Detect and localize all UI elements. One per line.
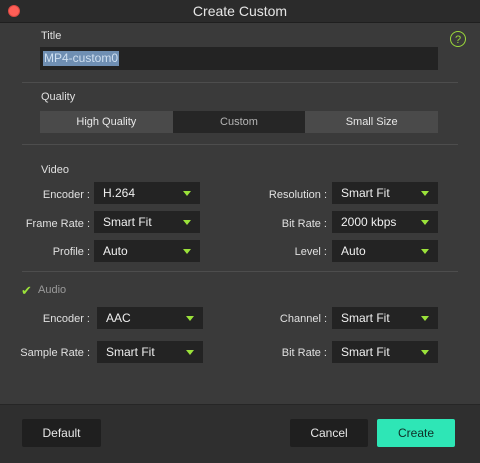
audio-encoder-label: Encoder : bbox=[42, 313, 90, 325]
chevron-down-icon bbox=[421, 350, 429, 355]
level-dropdown[interactable]: Auto bbox=[332, 240, 438, 262]
video-bit-rate-dropdown[interactable]: 2000 kbps bbox=[332, 211, 438, 233]
channel-dropdown[interactable]: Smart Fit bbox=[332, 307, 438, 329]
resolution-dropdown[interactable]: Smart Fit bbox=[332, 182, 438, 204]
channel-value: Smart Fit bbox=[341, 311, 390, 325]
video-bit-rate-label: Bit Rate : bbox=[281, 218, 327, 230]
chevron-down-icon bbox=[186, 350, 194, 355]
footer-bar: Default Cancel Create bbox=[0, 404, 480, 463]
video-label: Video bbox=[41, 164, 69, 176]
audio-bit-rate-value: Smart Fit bbox=[341, 345, 390, 359]
default-button[interactable]: Default bbox=[22, 419, 101, 447]
audio-bit-rate-dropdown[interactable]: Smart Fit bbox=[332, 341, 438, 363]
sample-rate-label: Sample Rate : bbox=[20, 347, 90, 359]
quality-option-small[interactable]: Small Size bbox=[305, 111, 438, 133]
chevron-down-icon bbox=[186, 316, 194, 321]
title-input-value: MP4-custom0 bbox=[43, 51, 120, 66]
divider bbox=[22, 82, 458, 83]
audio-bit-rate-label: Bit Rate : bbox=[281, 347, 327, 359]
divider bbox=[22, 271, 458, 272]
level-label: Level : bbox=[294, 246, 327, 258]
create-button[interactable]: Create bbox=[377, 419, 455, 447]
frame-rate-dropdown[interactable]: Smart Fit bbox=[94, 211, 200, 233]
frame-rate-label: Frame Rate : bbox=[25, 218, 90, 230]
quality-option-custom[interactable]: Custom bbox=[172, 111, 306, 133]
window-title: Create Custom bbox=[192, 3, 288, 19]
profile-value: Auto bbox=[103, 244, 128, 258]
profile-dropdown[interactable]: Auto bbox=[94, 240, 200, 262]
chevron-down-icon bbox=[183, 191, 191, 196]
profile-label: Profile : bbox=[52, 246, 90, 258]
audio-encoder-dropdown[interactable]: AAC bbox=[97, 307, 203, 329]
cancel-button[interactable]: Cancel bbox=[290, 419, 368, 447]
audio-encoder-value: AAC bbox=[106, 311, 131, 325]
video-bit-rate-value: 2000 kbps bbox=[341, 215, 397, 229]
quality-label: Quality bbox=[41, 91, 76, 103]
chevron-down-icon bbox=[421, 220, 429, 225]
sample-rate-dropdown[interactable]: Smart Fit bbox=[97, 341, 203, 363]
chevron-down-icon bbox=[421, 249, 429, 254]
audio-label: Audio bbox=[38, 284, 67, 296]
audio-checkbox[interactable]: ✔ bbox=[21, 284, 32, 297]
video-encoder-value: H.264 bbox=[103, 186, 136, 200]
quality-option-high[interactable]: High Quality bbox=[40, 111, 173, 133]
create-custom-dialog: Create Custom Title ? MP4-custom0 Qualit… bbox=[0, 0, 480, 463]
chevron-down-icon bbox=[183, 220, 191, 225]
divider bbox=[22, 144, 458, 145]
resolution-label: Resolution : bbox=[268, 189, 327, 201]
video-encoder-dropdown[interactable]: H.264 bbox=[94, 182, 200, 204]
quality-segmented-control: High Quality Custom Small Size bbox=[40, 111, 438, 133]
resolution-value: Smart Fit bbox=[341, 186, 390, 200]
title-bar: Create Custom bbox=[0, 0, 480, 23]
sample-rate-value: Smart Fit bbox=[106, 345, 155, 359]
chevron-down-icon bbox=[421, 316, 429, 321]
help-icon[interactable]: ? bbox=[450, 31, 466, 47]
title-label: Title bbox=[41, 30, 62, 42]
title-input[interactable]: MP4-custom0 bbox=[40, 47, 438, 70]
channel-label: Channel : bbox=[279, 313, 327, 325]
frame-rate-value: Smart Fit bbox=[103, 215, 152, 229]
chevron-down-icon bbox=[183, 249, 191, 254]
chevron-down-icon bbox=[421, 191, 429, 196]
level-value: Auto bbox=[341, 244, 366, 258]
video-encoder-label: Encoder : bbox=[42, 189, 90, 201]
